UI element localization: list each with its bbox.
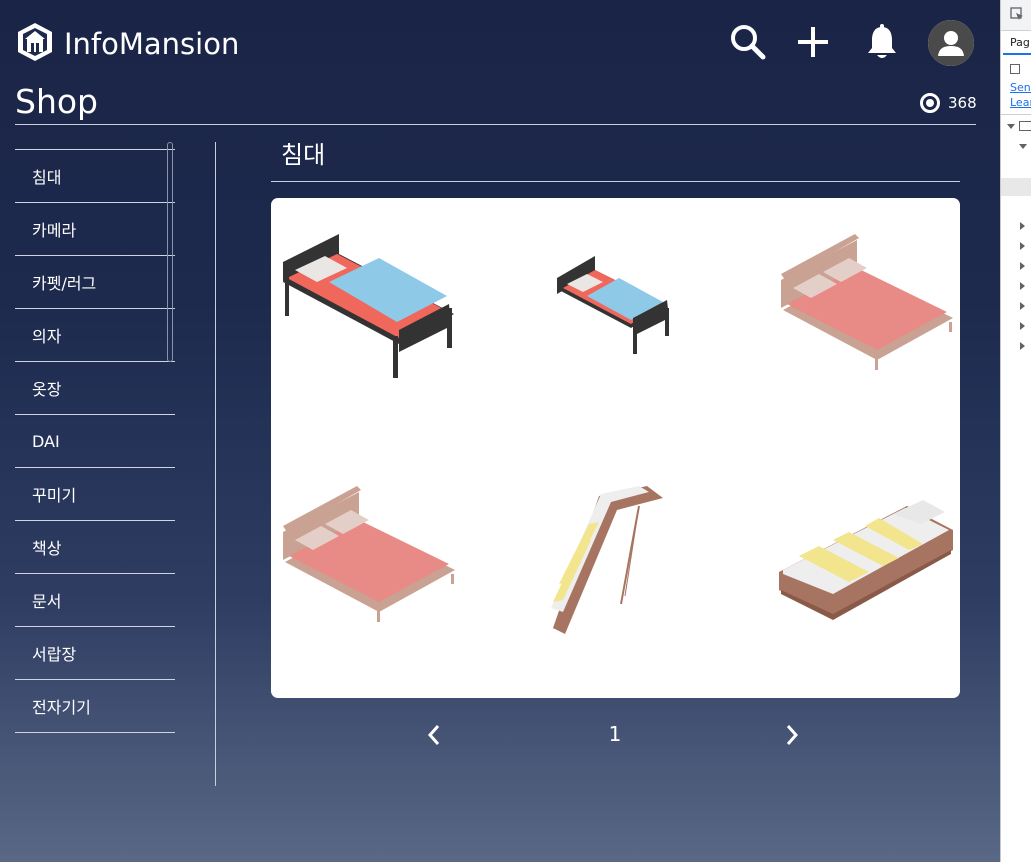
current-page-number[interactable]: 1	[600, 720, 630, 748]
app-title[interactable]: InfoMansion	[64, 26, 239, 62]
tree-collapsed-icon[interactable]	[1020, 222, 1025, 230]
chevron-left-icon[interactable]	[420, 720, 450, 750]
category-item-document[interactable]: 문서	[15, 573, 175, 626]
category-list: 침대 카메라 카펫/러그 의자 옷장 DAI 꾸미기 책상 문서 서랍장 전자기…	[15, 149, 175, 733]
product-grid	[271, 198, 960, 698]
devtools-send-link[interactable]: Send	[1010, 81, 1031, 94]
category-item-drawer[interactable]: 서랍장	[15, 626, 175, 679]
search-icon[interactable]	[728, 22, 768, 62]
devtools-tab-indicator	[1003, 53, 1031, 55]
coin-count: 368	[948, 94, 977, 112]
category-item-carpet-rug[interactable]: 카펫/러그	[15, 255, 175, 308]
category-scrollbar[interactable]	[167, 142, 173, 362]
category-item-wardrobe[interactable]: 옷장	[15, 361, 175, 414]
page-title: Shop	[15, 82, 98, 121]
frame-icon	[1019, 121, 1031, 131]
tree-collapsed-icon[interactable]	[1020, 282, 1025, 290]
category-item-chair[interactable]: 의자	[15, 308, 175, 361]
category-item-dai[interactable]: DAI	[15, 414, 175, 467]
devtools-toolbar	[1001, 0, 1031, 31]
product-item[interactable]	[539, 484, 739, 664]
category-item-decoration[interactable]: 꾸미기	[15, 467, 175, 520]
category-item-bed[interactable]: 침대	[15, 149, 175, 202]
chevron-right-icon[interactable]	[776, 720, 806, 750]
tree-expand-icon[interactable]	[1007, 124, 1015, 129]
tree-expand-icon[interactable]	[1019, 144, 1027, 149]
section-title: 침대	[281, 141, 326, 169]
tree-collapsed-icon[interactable]	[1020, 242, 1025, 250]
user-avatar-icon[interactable]	[928, 20, 974, 66]
coin-icon	[920, 93, 940, 113]
inspect-element-icon[interactable]	[1010, 7, 1024, 21]
product-item[interactable]	[279, 226, 479, 406]
tree-collapsed-icon[interactable]	[1020, 302, 1025, 310]
category-item-desk[interactable]: 책상	[15, 520, 175, 573]
product-item[interactable]	[549, 248, 749, 428]
devtools-selected-row	[1001, 178, 1031, 196]
product-item[interactable]	[279, 480, 479, 660]
devtools-panel: Pag Send Lear	[1000, 0, 1031, 862]
tree-collapsed-icon[interactable]	[1020, 342, 1025, 350]
category-item-camera[interactable]: 카메라	[15, 202, 175, 255]
section-divider	[271, 181, 960, 182]
sidebar-divider	[215, 142, 216, 786]
header-divider	[15, 124, 976, 125]
devtools-checkbox[interactable]	[1010, 64, 1020, 74]
house-logo-icon[interactable]	[16, 22, 54, 62]
tree-collapsed-icon[interactable]	[1020, 322, 1025, 330]
app-window: InfoMansion Shop 368 침대 카메라 카펫/러그 의자 옷장 …	[0, 0, 1000, 862]
devtools-separator	[1001, 114, 1031, 115]
product-item[interactable]	[773, 494, 973, 674]
plus-icon[interactable]	[793, 22, 833, 62]
product-item[interactable]	[777, 228, 977, 408]
devtools-learn-link[interactable]: Lear	[1010, 96, 1031, 109]
devtools-tab-page[interactable]: Pag	[1010, 36, 1030, 49]
tree-collapsed-icon[interactable]	[1020, 262, 1025, 270]
coin-balance: 368	[920, 92, 977, 114]
bell-icon[interactable]	[862, 22, 902, 62]
category-item-electronics[interactable]: 전자기기	[15, 679, 175, 733]
